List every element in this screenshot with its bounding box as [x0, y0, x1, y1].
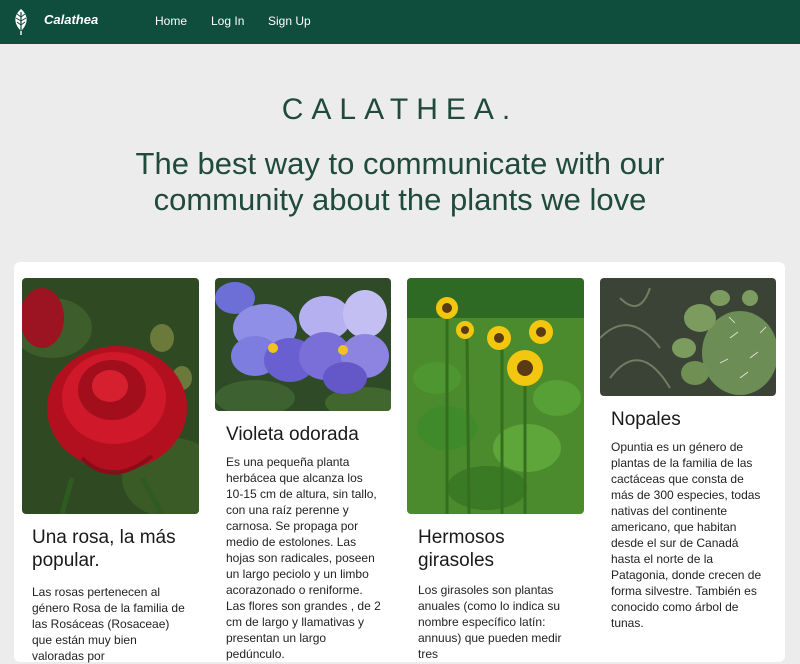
card-text: Opuntia es un género de plantas de la fa…	[611, 440, 762, 630]
nav-link-home[interactable]: Home	[155, 14, 187, 28]
sunflower-image	[407, 278, 584, 514]
brand-name[interactable]: Calathea	[44, 12, 98, 27]
card-nopales[interactable]: Nopales Opuntia es un género de plantas …	[600, 278, 777, 631]
card-text: Es una pequeña planta herbácea que alcan…	[226, 455, 381, 661]
nav-link-signup[interactable]: Sign Up	[268, 14, 311, 28]
card-title: Hermosos girasoles	[418, 527, 505, 571]
cards-panel: Una rosa, la más popular. Las rosas pert…	[14, 262, 785, 664]
card-title: Nopales	[611, 409, 681, 430]
card-rose[interactable]: Una rosa, la más popular. Las rosas pert…	[22, 278, 200, 664]
card-violet[interactable]: Violeta odorada Es una pequeña planta he…	[215, 278, 392, 662]
nopales-image	[600, 278, 776, 396]
hero-title: CALATHEA.	[281, 93, 519, 126]
card-text: Los girasoles son plantas anuales (como …	[418, 583, 562, 661]
leaf-icon[interactable]	[12, 8, 30, 36]
hero-subtitle: The best way to communicate with our com…	[135, 146, 665, 217]
card-title: Una rosa, la más popular.	[32, 527, 176, 571]
nav-link-login[interactable]: Log In	[211, 14, 244, 28]
rose-image	[22, 278, 199, 514]
card-text: Las rosas pertenecen al género Rosa de l…	[32, 585, 185, 663]
violet-image	[215, 278, 391, 411]
navbar: Calathea Home Log In Sign Up	[0, 0, 800, 44]
card-title: Violeta odorada	[226, 424, 359, 445]
card-sunflower[interactable]: Hermosos girasoles Los girasoles son pla…	[407, 278, 584, 662]
